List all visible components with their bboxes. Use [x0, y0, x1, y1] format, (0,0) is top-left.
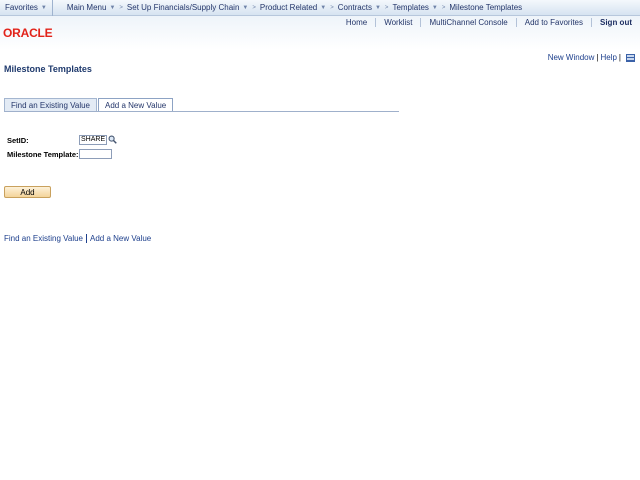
- tab-add-new-value[interactable]: Add a New Value: [98, 98, 174, 111]
- main-menu[interactable]: Main Menu ▼: [53, 3, 116, 12]
- help-link[interactable]: Help: [600, 53, 616, 62]
- breadcrumb-arrow-icon: >: [119, 4, 123, 11]
- breadcrumb-arrow-icon: >: [252, 4, 256, 11]
- setid-field[interactable]: SHARE: [79, 135, 107, 145]
- page-title: Milestone Templates: [4, 64, 92, 74]
- tab-label: Add a New Value: [105, 100, 167, 110]
- sign-out-link[interactable]: Sign out: [592, 18, 640, 27]
- breadcrumb-setup-financials[interactable]: Set Up Financials/Supply Chain ▼: [127, 3, 248, 12]
- multichannel-console-link[interactable]: MultiChannel Console: [421, 17, 517, 27]
- magnifier-icon[interactable]: [108, 135, 117, 144]
- breadcrumb-label: Templates: [392, 3, 429, 12]
- link-separator: [86, 234, 88, 243]
- breadcrumb-milestone-templates[interactable]: Milestone Templates: [449, 3, 522, 12]
- bottom-links: Find an Existing Value Add a New Value: [4, 234, 151, 243]
- add-new-value-link[interactable]: Add a New Value: [90, 234, 151, 243]
- breadcrumb-product-related[interactable]: Product Related ▼: [260, 3, 326, 12]
- home-link[interactable]: Home: [338, 17, 377, 27]
- find-existing-value-link[interactable]: Find an Existing Value: [4, 234, 83, 243]
- new-window-link[interactable]: New Window: [548, 53, 595, 62]
- favorites-label: Favorites: [5, 3, 38, 12]
- search-tabs: Find an Existing Value Add a New Value: [4, 98, 174, 111]
- setid-label: SetID:: [7, 136, 29, 145]
- add-to-favorites-link[interactable]: Add to Favorites: [517, 17, 592, 27]
- milestone-template-field[interactable]: [79, 149, 112, 159]
- tab-find-existing-value[interactable]: Find an Existing Value: [4, 98, 98, 111]
- breadcrumb-templates[interactable]: Templates ▼: [392, 3, 437, 12]
- chevron-down-icon: ▼: [40, 4, 47, 11]
- grid-icon[interactable]: [626, 53, 635, 62]
- tab-divider: [4, 111, 399, 112]
- chevron-down-icon: ▼: [431, 4, 438, 11]
- page-header: ORACLE Home Worklist MultiChannel Consol…: [0, 16, 640, 50]
- oracle-logo: ORACLE: [3, 26, 53, 40]
- utility-separator: |: [596, 53, 599, 62]
- breadcrumb-label: Set Up Financials/Supply Chain: [126, 3, 240, 12]
- breadcrumb-label: Milestone Templates: [449, 3, 523, 12]
- tab-label: Find an Existing Value: [11, 100, 91, 110]
- chevron-down-icon: ▼: [109, 4, 116, 11]
- top-nav-bar: Favorites ▼ Main Menu ▼ > Set Up Financi…: [0, 0, 640, 16]
- utility-separator: |: [618, 53, 621, 62]
- breadcrumb-arrow-icon: >: [330, 4, 334, 11]
- chevron-down-icon: ▼: [320, 4, 327, 11]
- milestone-template-label: Milestone Template:: [7, 150, 79, 159]
- main-menu-label: Main Menu: [66, 3, 107, 12]
- chevron-down-icon: ▼: [242, 4, 249, 11]
- add-button[interactable]: Add: [4, 186, 51, 198]
- header-links: Home Worklist MultiChannel Console Add t…: [338, 16, 640, 28]
- worklist-link[interactable]: Worklist: [376, 17, 422, 27]
- breadcrumb-arrow-icon: >: [441, 4, 446, 11]
- chevron-down-icon: ▼: [374, 4, 381, 11]
- breadcrumb-arrow-icon: >: [384, 4, 389, 11]
- breadcrumb-contracts[interactable]: Contracts ▼: [338, 3, 381, 12]
- breadcrumb-label: Product Related: [259, 3, 318, 12]
- page-utility-links: New Window | Help |: [548, 53, 635, 62]
- breadcrumb-label: Contracts: [337, 3, 372, 12]
- favorites-menu[interactable]: Favorites ▼: [0, 0, 53, 16]
